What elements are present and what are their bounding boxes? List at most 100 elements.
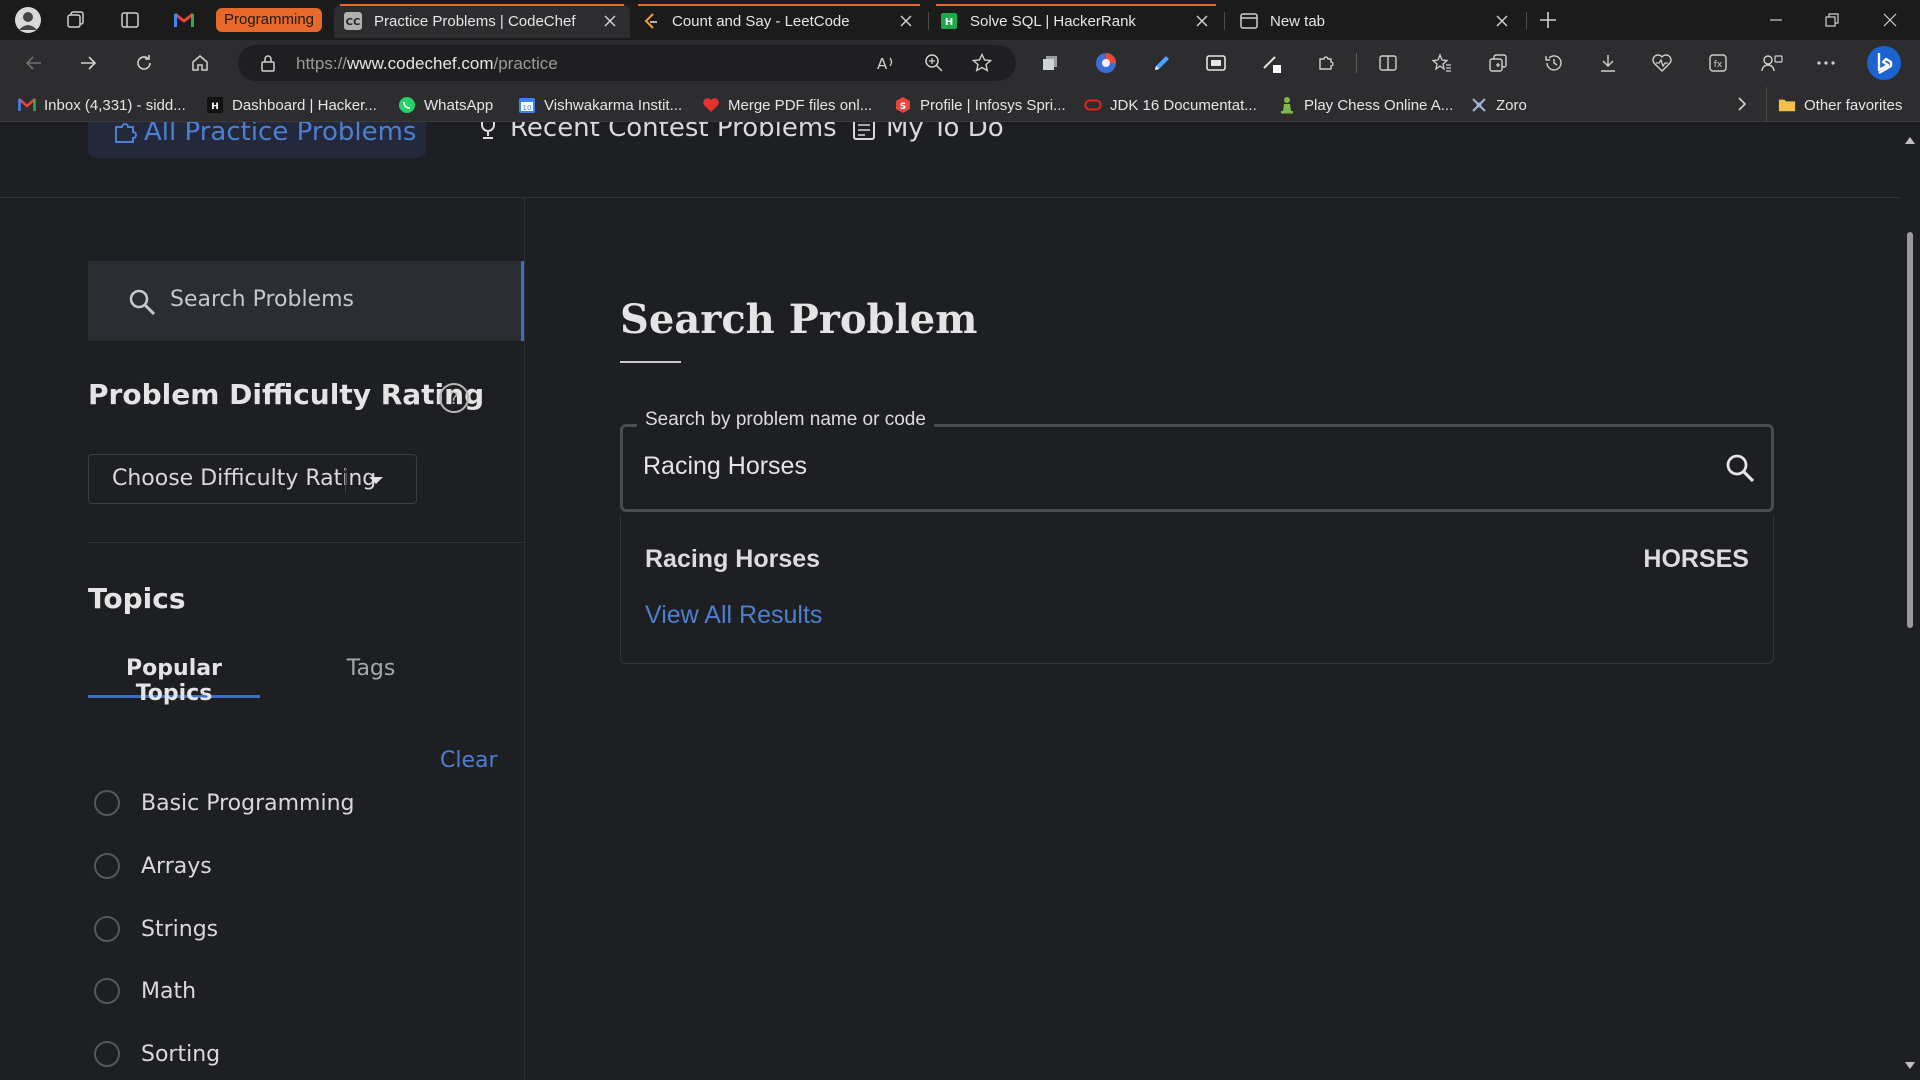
trophy-icon (476, 122, 500, 141)
favorites-overflow-chevron-icon[interactable] (1736, 96, 1748, 112)
zoom-icon[interactable] (922, 51, 946, 75)
help-question-icon[interactable]: ? (438, 382, 470, 414)
new-tab-plus-icon[interactable] (1532, 4, 1564, 36)
profile-avatar[interactable] (12, 4, 44, 36)
downloads-icon[interactable] (1594, 49, 1622, 77)
collections-icon[interactable] (1484, 49, 1512, 77)
favorite-item[interactable]: Zoro (1470, 94, 1527, 116)
close-window-icon[interactable] (1862, 0, 1918, 40)
favorite-item[interactable]: H Dashboard | Hacker... (206, 94, 377, 116)
scroll-down-icon[interactable] (1905, 1062, 1915, 1070)
tab-separator (1224, 12, 1225, 30)
search-field-label: Search by problem name or code (637, 409, 934, 431)
nav-my-to-do[interactable]: My To Do (852, 122, 1004, 148)
topic-basic-programming[interactable]: Basic Programming (94, 788, 355, 818)
minimize-icon[interactable] (1748, 0, 1804, 40)
tab-codechef[interactable]: CC Practice Problems | CodeChef (334, 4, 630, 38)
radio-button[interactable] (94, 978, 120, 1004)
radio-button[interactable] (94, 916, 120, 942)
favorite-item[interactable]: Merge PDF files onl... (702, 94, 872, 116)
topic-math[interactable]: Math (94, 976, 196, 1006)
extension-highlighter-icon[interactable] (1148, 49, 1176, 77)
favorite-item[interactable]: S Profile | Infosys Spri... (894, 94, 1066, 116)
home-icon[interactable] (184, 47, 216, 79)
extension-color-icon[interactable] (1092, 49, 1120, 77)
scroll-up-icon[interactable] (1905, 136, 1915, 144)
extension-screen-icon[interactable] (1202, 49, 1230, 77)
gmail-pinned-tab-icon[interactable] (168, 4, 200, 36)
read-aloud-icon[interactable]: A (874, 51, 898, 75)
bing-copilot-icon[interactable] (1866, 45, 1902, 81)
close-tab-icon[interactable] (600, 11, 620, 31)
topic-sorting[interactable]: Sorting (94, 1039, 220, 1069)
favorite-star-icon[interactable] (970, 51, 994, 75)
search-icon[interactable] (1725, 453, 1755, 483)
favorite-item[interactable]: WhatsApp (398, 94, 493, 116)
url-text[interactable]: https://www.codechef.com/practice (296, 54, 558, 74)
favorite-label: Play Chess Online A... (1304, 96, 1454, 114)
back-icon[interactable] (18, 47, 50, 79)
svg-text:10: 10 (523, 104, 532, 112)
lock-icon[interactable] (256, 51, 280, 75)
tab-popular-topics[interactable]: Popular Topics (88, 656, 260, 706)
leetcode-icon (642, 12, 660, 30)
tab-new-tab[interactable]: New tab (1230, 4, 1522, 38)
radio-button[interactable] (94, 1041, 120, 1067)
forward-icon[interactable] (72, 47, 104, 79)
clear-topics-link[interactable]: Clear (440, 748, 498, 773)
topic-strings[interactable]: Strings (94, 914, 218, 944)
extension-collections-icon[interactable] (1036, 49, 1064, 77)
tab-tags[interactable]: Tags (326, 656, 416, 698)
radio-button[interactable] (94, 853, 120, 879)
performance-icon[interactable] (1648, 49, 1676, 77)
favorites-list-icon[interactable] (1428, 49, 1456, 77)
math-solver-icon[interactable]: fx (1704, 49, 1732, 77)
toolbar-divider (1356, 53, 1357, 73)
close-tab-icon[interactable] (1192, 11, 1212, 31)
radio-button[interactable] (94, 790, 120, 816)
feedback-icon[interactable] (1758, 49, 1786, 77)
favorite-item[interactable]: JDK 16 Documentat... (1084, 94, 1257, 116)
topic-label: Math (141, 978, 197, 1004)
result-problem-name[interactable]: Racing Horses (645, 545, 820, 574)
problem-search-field[interactable]: Search by problem name or code Racing Ho… (620, 409, 1774, 512)
more-menu-icon[interactable] (1812, 49, 1840, 77)
restore-icon[interactable] (1804, 0, 1860, 40)
codechef-icon: CC (344, 12, 362, 30)
workspaces-icon[interactable] (60, 4, 92, 36)
tab-separator (1526, 12, 1527, 30)
svg-text:?: ? (449, 389, 458, 409)
page-scrollbar[interactable] (1900, 122, 1920, 1080)
view-all-results-link[interactable]: View All Results (645, 601, 822, 630)
history-icon[interactable] (1540, 49, 1568, 77)
nav-recent-contest-problems[interactable]: Recent Contest Problems (476, 122, 837, 148)
split-screen-icon[interactable] (1374, 49, 1402, 77)
svg-text:H: H (945, 17, 953, 28)
close-tab-icon[interactable] (896, 11, 916, 31)
select-separator (345, 467, 346, 493)
extension-eyedropper-icon[interactable] (1258, 49, 1286, 77)
difficulty-rating-select[interactable]: Choose Difficulty Rating (88, 454, 417, 504)
extensions-puzzle-icon[interactable] (1312, 49, 1340, 77)
new-tab-icon (1240, 12, 1258, 30)
favorite-item[interactable]: Inbox (4,331) - sidd... (18, 94, 186, 116)
result-problem-code[interactable]: HORSES (1643, 545, 1749, 574)
search-placeholder: Search Problems (170, 287, 354, 312)
tab-actions-icon[interactable] (114, 4, 146, 36)
topic-arrays[interactable]: Arrays (94, 851, 212, 881)
scrollbar-thumb[interactable] (1907, 232, 1913, 628)
refresh-icon[interactable] (128, 47, 160, 79)
address-bar[interactable]: https://www.codechef.com/practice A (238, 45, 1016, 81)
tab-leetcode[interactable]: Count and Say - LeetCode (632, 4, 926, 38)
favorite-label: WhatsApp (424, 96, 494, 114)
favorite-item[interactable]: 10 Vishwakarma Instit... (518, 94, 682, 116)
tab-hackerrank[interactable]: H Solve SQL | HackerRank (930, 4, 1222, 38)
tab-group-label[interactable]: Programming (216, 8, 323, 32)
nav-all-practice-problems[interactable]: All Practice Problems (88, 122, 426, 158)
other-favorites[interactable]: Other favorites (1778, 94, 1902, 116)
favorite-label: Dashboard | Hacker... (232, 96, 377, 114)
close-tab-icon[interactable] (1492, 11, 1512, 31)
search-problems-input[interactable]: Search Problems (88, 261, 524, 341)
calendar-icon: 10 (518, 96, 536, 114)
favorite-item[interactable]: Play Chess Online A... (1278, 94, 1453, 116)
